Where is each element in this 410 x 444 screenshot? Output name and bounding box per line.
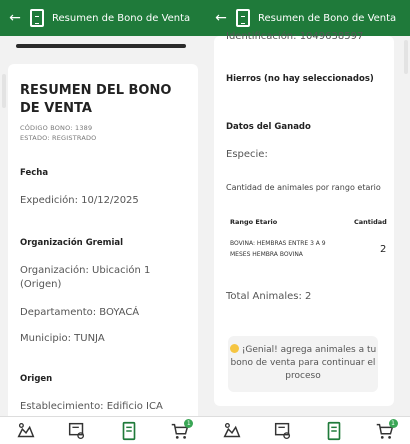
ganado-heading: Datos del Ganado bbox=[226, 122, 311, 132]
organizacion-heading: Organización Gremial bbox=[20, 238, 124, 248]
nav-livestock[interactable] bbox=[13, 419, 39, 443]
cattle-icon bbox=[17, 422, 35, 437]
app-screens: ← Resumen de Bono de Venta RESUMEN DEL B… bbox=[0, 0, 410, 444]
right-screen: ← Resumen de Bono de Venta Identificació… bbox=[206, 0, 410, 444]
nav-bono[interactable] bbox=[116, 419, 142, 443]
cantidad-heading: Cantidad de animales por rango etario bbox=[226, 183, 381, 192]
hierros-heading: Hierros (no hay seleccionados) bbox=[226, 74, 374, 84]
back-arrow-icon[interactable]: ← bbox=[6, 0, 24, 36]
details-card: Identificación: 1049638597 Hierros (no h… bbox=[214, 31, 394, 406]
cart-badge: 1 bbox=[388, 418, 398, 428]
municipio-value: Municipio: TUNJA bbox=[20, 333, 105, 344]
nav-cart[interactable]: 1 bbox=[167, 418, 194, 443]
header-title: Resumen de Bono de Venta bbox=[52, 12, 191, 24]
nav-documents[interactable] bbox=[270, 419, 296, 443]
table-cell-cantidad: 2 bbox=[380, 244, 387, 255]
info-message: ¡Genial! agrega animales a tu bono de ve… bbox=[230, 345, 377, 381]
bono-status: ESTADO: REGISTRADO bbox=[20, 134, 97, 142]
info-text: ¡Genial! agrega animales a tu bono de ve… bbox=[228, 344, 378, 383]
receipt-icon bbox=[122, 421, 136, 440]
certificate-icon bbox=[69, 422, 85, 439]
cattle-icon bbox=[222, 422, 240, 437]
bottom-nav: 1 bbox=[0, 416, 206, 444]
bottom-nav: 1 bbox=[206, 416, 410, 444]
receipt-icon bbox=[327, 421, 340, 440]
summary-card: RESUMEN DEL BONO DE VENTA CÓDIGO BONO: 1… bbox=[8, 64, 198, 424]
smile-emoji-icon bbox=[229, 344, 239, 353]
organizacion-value: Organización: Ubicación 1 (Origen) bbox=[20, 265, 151, 290]
table-cell-rango: BOVINA: HEMBRAS ENTRE 3 A 9 MESES HEMBRA… bbox=[230, 240, 326, 258]
document-icon bbox=[236, 9, 250, 27]
nav-documents[interactable] bbox=[64, 419, 90, 443]
scroll-strip[interactable] bbox=[404, 40, 408, 74]
certificate-icon bbox=[274, 422, 290, 439]
header-title: Resumen de Bono de Venta bbox=[258, 12, 397, 24]
establecimiento-value: Establecimiento: Edificio ICA bbox=[20, 401, 163, 412]
scroll-strip[interactable] bbox=[2, 74, 6, 108]
nav-bono[interactable] bbox=[321, 419, 347, 443]
nav-livestock[interactable] bbox=[219, 419, 245, 443]
especie-value: Especie: bbox=[226, 149, 268, 160]
expedicion-date: Expedición: 10/12/2025 bbox=[20, 195, 139, 206]
origen-heading: Origen bbox=[20, 374, 53, 384]
top-divider bbox=[16, 44, 186, 48]
cart-badge: 1 bbox=[184, 418, 194, 428]
info-box: ¡Genial! agrega animales a tu bono de ve… bbox=[228, 336, 378, 392]
document-icon bbox=[30, 9, 44, 27]
table-col-rango: Rango Etario bbox=[230, 218, 278, 226]
summary-title: RESUMEN DEL BONO DE VENTA bbox=[20, 83, 172, 116]
fecha-heading: Fecha bbox=[20, 168, 49, 178]
nav-cart[interactable]: 1 bbox=[372, 418, 398, 443]
table-col-cantidad: Cantidad bbox=[354, 218, 387, 226]
app-header: ← Resumen de Bono de Venta bbox=[0, 0, 206, 36]
total-animales: Total Animales: 2 bbox=[226, 291, 312, 302]
departamento-value: Departamento: BOYACÁ bbox=[20, 307, 140, 318]
identificacion-value: Identificación: 1049638597 bbox=[226, 31, 364, 42]
left-screen: ← Resumen de Bono de Venta RESUMEN DEL B… bbox=[0, 0, 206, 444]
bono-code: CÓDIGO BONO: 1389 bbox=[20, 124, 93, 132]
